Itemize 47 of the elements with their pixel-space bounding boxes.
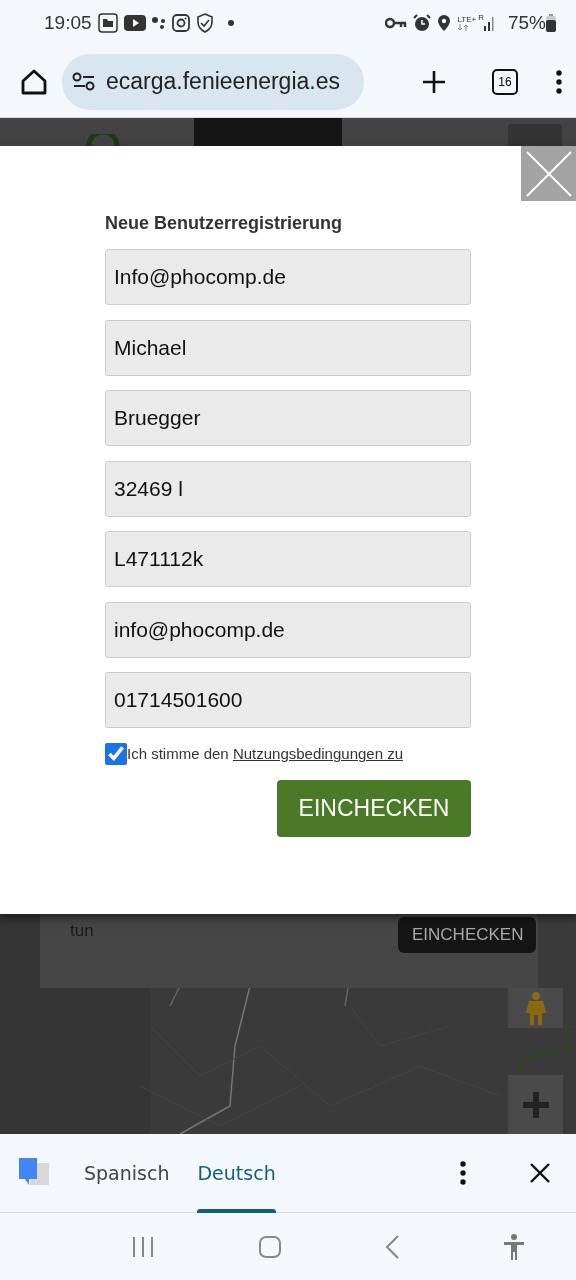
accessibility-icon[interactable] [503, 1233, 524, 1260]
dot-icon [227, 20, 234, 26]
input-field[interactable]: Michael [105, 319, 471, 376]
data-arrows-icon [457, 23, 470, 31]
site-settings-icon[interactable] [72, 71, 96, 92]
address-bar[interactable]: ecarga.fenieenergia.es [62, 53, 364, 110]
home-button-icon[interactable] [258, 1235, 281, 1258]
terms-checkbox[interactable] [105, 742, 127, 765]
plus-icon [522, 1091, 549, 1118]
more-icon[interactable] [460, 1161, 466, 1185]
battery-icon [546, 14, 556, 32]
menu-icon[interactable] [556, 69, 562, 94]
network-type: LTE+ [457, 15, 477, 24]
language-tab[interactable]: Spanisch [84, 1133, 170, 1213]
battery-percentage: 75% [507, 12, 546, 34]
signal-icon [483, 15, 496, 31]
checkin-button[interactable]: EINCHECKEN [398, 917, 536, 953]
clock-time: 19:05 [44, 12, 92, 34]
terms-label: Ich stimme den Nutzungsbedingungen zu [127, 745, 403, 762]
close-icon[interactable] [530, 1163, 550, 1183]
recent-apps-icon[interactable] [132, 1235, 155, 1258]
input-field[interactable]: L471112k [105, 531, 471, 587]
home-icon[interactable] [20, 67, 48, 96]
input-field[interactable]: Info@phocomp.de [105, 249, 471, 305]
url-text: ecarga.fenieenergia.es [106, 68, 340, 95]
input-field[interactable]: info@phocomp.de [105, 601, 471, 658]
shield-icon [195, 13, 214, 33]
alarm-icon [413, 14, 432, 32]
terms-link[interactable]: Nutzungsbedingungen zu [232, 745, 403, 762]
dots-icon [151, 16, 166, 30]
folder-icon [97, 13, 118, 33]
play-icon [123, 15, 146, 31]
new-tab-icon[interactable] [422, 69, 446, 94]
back-icon[interactable] [385, 1234, 400, 1259]
camera-icon [171, 14, 190, 32]
checkin-button[interactable]: EINCHECKEN [277, 779, 471, 837]
dialog-title: Neue Benutzerregistrierung [105, 212, 344, 234]
input-field[interactable]: Bruegger [105, 390, 471, 446]
location-icon [437, 14, 452, 32]
language-tab[interactable]: Deutsch [197, 1133, 276, 1213]
logo-icon [86, 134, 120, 146]
tab-count-button[interactable]: 16 [492, 68, 518, 95]
input-field[interactable]: 01714501600 [105, 672, 471, 728]
key-icon [385, 17, 408, 29]
input-field[interactable]: 32469 l [105, 460, 471, 517]
close-icon [525, 150, 572, 197]
roaming-indicator: R [478, 14, 484, 22]
